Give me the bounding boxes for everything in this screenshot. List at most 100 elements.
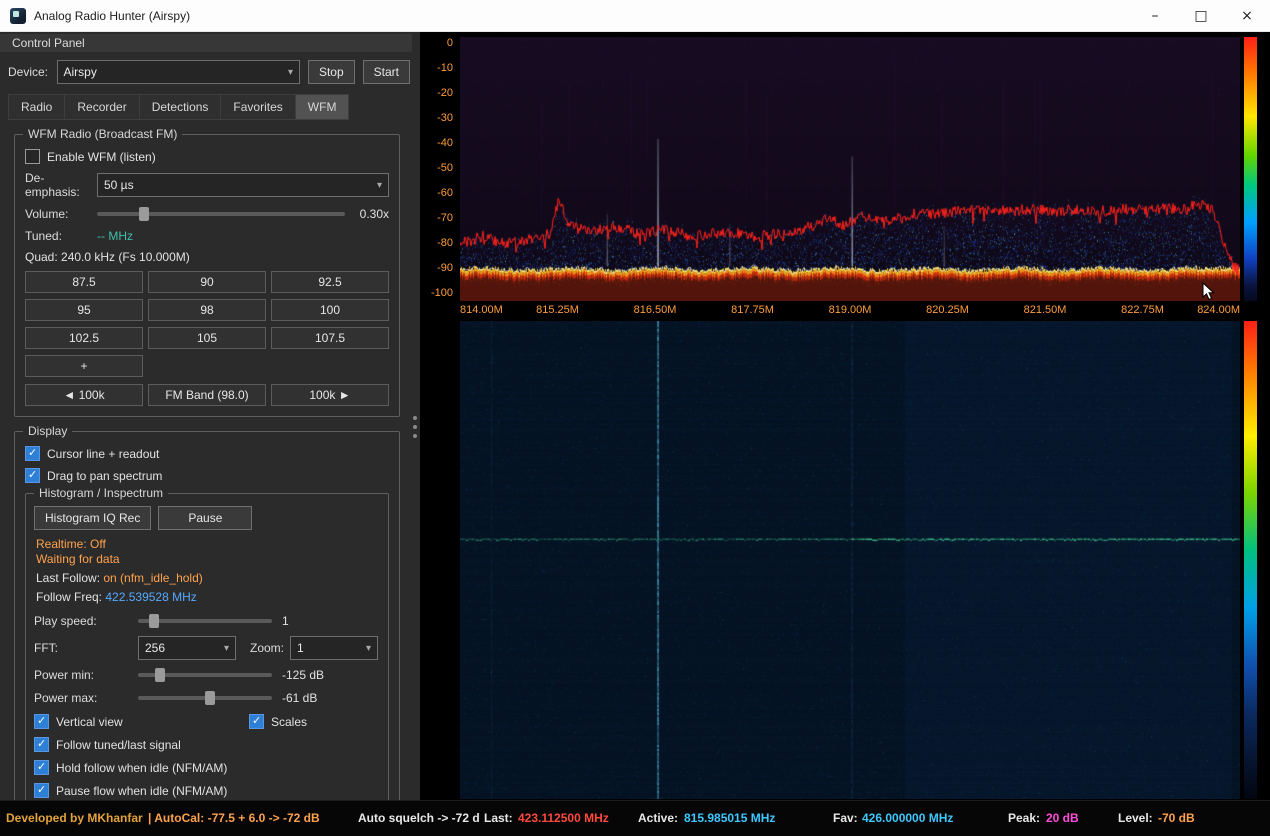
y-tick: -70 [420,212,453,224]
preset-button[interactable]: 102.5 [25,327,143,349]
play-speed-value: 1 [282,614,289,628]
active-label: Active: [638,811,678,825]
maximize-button[interactable]: □ [1178,0,1224,31]
volume-slider[interactable] [97,206,345,222]
power-max-slider[interactable] [138,690,272,706]
slider-handle[interactable] [149,614,159,628]
tab-favorites[interactable]: Favorites [220,94,294,120]
preset-button[interactable]: 87.5 [25,271,143,293]
minimize-button[interactable]: – [1132,0,1178,31]
close-button[interactable]: × [1224,0,1270,31]
follow-tuned-label: Follow tuned/last signal [56,738,181,752]
x-tick: 814.00M [460,304,503,316]
realtime-label: Realtime: [36,537,87,551]
status-bar: Developed by MKhanfar | AutoCal: -77.5 +… [0,800,1270,836]
play-speed-slider[interactable] [138,613,272,629]
panel-splitter-handle[interactable] [413,416,417,444]
chevron-down-icon: ▾ [282,67,293,78]
realtime-value: Off [90,537,106,551]
pause-flow-label: Pause flow when idle (NFM/AM) [56,784,227,798]
tab-recorder[interactable]: Recorder [64,94,138,120]
x-tick: 824.00M [1197,304,1240,316]
last-label: Last: [484,811,513,825]
preset-button[interactable]: 107.5 [271,327,389,349]
play-speed-label: Play speed: [34,614,138,628]
enable-wfm-label: Enable WFM (listen) [47,150,156,164]
volume-value: 0.30x [345,207,389,221]
waiting-status: Waiting for data [36,552,380,566]
deemphasis-value: 50 µs [104,178,134,192]
stop-button[interactable]: Stop [308,60,355,84]
preset-button[interactable]: 92.5 [271,271,389,293]
power-min-value: -125 dB [282,668,324,682]
tuning-nav-row: ◄ 100k FM Band (98.0) 100k ► [25,384,389,406]
title-bar[interactable]: Analog Radio Hunter (Airspy) – □ × [0,0,1270,32]
tab-radio[interactable]: Radio [8,94,64,120]
y-tick: -90 [420,262,453,274]
x-tick: 820.25M [926,304,969,316]
deemphasis-select[interactable]: 50 µs ▾ [97,173,389,197]
pause-flow-checkbox[interactable] [34,783,49,798]
waterfall-colorbar [1244,321,1257,799]
spectrum-canvas[interactable] [460,37,1240,301]
control-panel: Control Panel Device: Airspy ▾ Stop Star… [0,32,420,800]
cursor-line-label: Cursor line + readout [47,447,159,461]
power-min-slider[interactable] [138,667,272,683]
device-select[interactable]: Airspy ▾ [57,60,300,84]
y-tick: -30 [420,112,453,124]
quad-readout: Quad: 240.0 kHz (Fs 10.000M) [25,250,190,264]
vertical-view-checkbox[interactable] [34,714,49,729]
slider-groove [97,212,345,216]
histogram-iq-rec-button[interactable]: Histogram IQ Rec [34,506,151,530]
drag-pan-checkbox[interactable] [25,468,40,483]
x-tick: 822.75M [1121,304,1164,316]
follow-tuned-checkbox[interactable] [34,737,49,752]
cursor-line-checkbox[interactable] [25,446,40,461]
vertical-view-label: Vertical view [56,715,123,729]
fft-label: FFT: [34,641,138,655]
x-tick: 817.75M [731,304,774,316]
enable-wfm-checkbox[interactable] [25,149,40,164]
zoom-label: Zoom: [250,641,290,655]
zoom-select[interactable]: 1 ▾ [290,636,378,660]
follow-freq-value: 422.539528 MHz [105,590,196,604]
hold-follow-label: Hold follow when idle (NFM/AM) [56,761,227,775]
preset-button[interactable]: 100 [271,299,389,321]
preset-button[interactable]: 90 [148,271,266,293]
start-button[interactable]: Start [363,60,410,84]
step-up-button[interactable]: 100k ► [271,384,389,406]
y-tick: -10 [420,62,453,74]
step-down-button[interactable]: ◄ 100k [25,384,143,406]
y-tick: -100 [420,287,453,299]
fft-select[interactable]: 256 ▾ [138,636,236,660]
last-follow-value: on (nfm_idle_hold) [103,571,202,585]
y-tick: -20 [420,87,453,99]
hold-follow-checkbox[interactable] [34,760,49,775]
waterfall-canvas[interactable] [460,321,1240,799]
preset-button[interactable]: 98 [148,299,266,321]
add-preset-button[interactable]: + [25,355,143,377]
preset-button[interactable]: 105 [148,327,266,349]
pause-button[interactable]: Pause [158,506,252,530]
autocal-status: | AutoCal: -77.5 + 6.0 -> -72 dB [148,811,320,825]
tuned-value: -- MHz [97,229,133,243]
chevron-down-icon: ▾ [360,643,371,654]
x-tick: 821.50M [1024,304,1067,316]
active-value: 815.985015 MHz [684,811,775,825]
tab-wfm[interactable]: WFM [295,94,350,120]
fm-band-button[interactable]: FM Band (98.0) [148,384,266,406]
tab-detections[interactable]: Detections [139,94,221,120]
slider-handle[interactable] [205,691,215,705]
device-row: Device: Airspy ▾ Stop Start [0,52,420,84]
scales-checkbox[interactable] [249,714,264,729]
deemphasis-label: De-emphasis: [25,171,97,199]
slider-handle[interactable] [155,668,165,682]
power-min-label: Power min: [34,668,138,682]
window-title: Analog Radio Hunter (Airspy) [34,9,190,23]
slider-handle[interactable] [139,207,149,221]
fft-value: 256 [145,641,165,655]
level-value: -70 dB [1158,811,1195,825]
window-controls: – □ × [1132,0,1270,31]
preset-button[interactable]: 95 [25,299,143,321]
y-tick: -60 [420,187,453,199]
